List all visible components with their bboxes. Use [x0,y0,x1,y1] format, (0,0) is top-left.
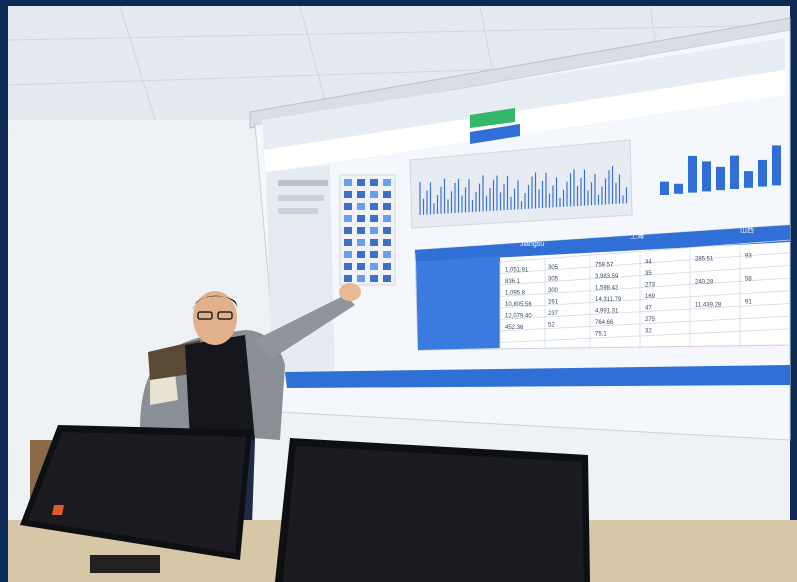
table-cell: 32 [645,328,652,334]
table-cell: 1,051.91 [505,268,529,274]
photo-frame: Jiangsu 上海 山西 1,051.91 305 759.57 44 285.51 9… [0,0,797,582]
table-header-3: 山西 [740,225,754,234]
palette-icon [344,191,352,198]
palette-icon [357,239,365,246]
table-row-header-col [416,256,500,350]
sidebar-line [278,180,328,186]
table-cell: 273 [645,282,656,288]
table-cell: 240.28 [695,279,714,285]
table-cell: 1,095.8 [505,291,526,297]
shirt [185,335,255,440]
table-cell: 4,991.31 [595,308,619,314]
palette-icon [383,215,391,222]
table-cell: 35 [645,271,652,277]
table-cell: 169 [645,294,656,300]
palette-icon [357,203,365,210]
bar [716,166,725,191]
palette-icon [357,191,365,198]
palette-icon [357,179,365,186]
palette-icon [370,275,378,282]
palette-icon [383,179,391,186]
hand [339,283,361,301]
table-cell: 305 [548,265,559,271]
table-cell: 12,079.40 [505,314,532,320]
monitor-left-stand [90,555,160,573]
table-cell: 52 [548,323,555,329]
table-cell: 275 [645,317,656,323]
palette-icon [383,275,391,282]
palette-icon [344,227,352,234]
table-header-1: Jiangsu [520,241,544,248]
monitor-logo-icon [52,505,64,515]
table-cell: 305 [548,277,559,283]
table-cell: 58 [745,276,752,282]
palette-icon [370,227,378,234]
bar [660,181,669,195]
palette-icon [383,263,391,270]
palette-icon [383,203,391,210]
palette-icon [383,191,391,198]
palette-icon [383,251,391,258]
palette-icon [344,263,352,270]
palette-icon [344,215,352,222]
palette-icon [344,251,352,258]
table-cell: 237 [548,311,559,317]
table-cell: 14,311.79 [595,297,622,303]
bar [772,145,781,186]
bar [744,171,753,188]
palette-icon [370,251,378,258]
palette-icon [357,215,365,222]
palette-icon [344,275,352,282]
bar [688,155,697,193]
table-header-2: 上海 [630,231,644,240]
palette-icon [370,215,378,222]
palette-icon [383,239,391,246]
table-cell: 836.1 [505,279,521,285]
sidebar-line [278,208,318,214]
bar [702,161,711,192]
table-cell: 764.66 [595,320,614,326]
table-cell: 285.51 [695,256,714,262]
sidebar-line [278,195,324,201]
table-cell: 75.1 [595,331,607,337]
monitor-right [275,438,590,582]
table-cell: 91 [745,299,752,305]
table-cell: 3,983.59 [595,274,619,280]
palette-icon [357,251,365,258]
palette-icon [357,275,365,282]
palette-icon [344,203,352,210]
table-cell: 44 [645,259,652,265]
table-cell: 759.57 [595,262,614,268]
palette-icon [370,203,378,210]
palette-icon [370,179,378,186]
bar [730,155,739,189]
palette-icon [357,263,365,270]
bar [674,183,683,194]
table-cell: 11,439.28 [695,302,722,308]
palette-icon [357,227,365,234]
monitor-right-screen [283,446,584,582]
table-cell: 300 [548,288,559,294]
table-cell: 1,598.42 [595,285,619,291]
table-cell: 47 [645,305,652,311]
palette-icon [383,227,391,234]
palette-icon [370,239,378,246]
table-cell: 10,805.56 [505,302,532,308]
bar [758,159,767,187]
palette-icon [370,263,378,270]
classroom-photo: Jiangsu 上海 山西 1,051.91 305 759.57 44 285.51 9… [0,0,797,582]
palette-icon [344,239,352,246]
table-cell: 261 [548,300,559,306]
table-cell: 93 [745,253,752,259]
palette-icon [370,191,378,198]
table-cell: 452.36 [505,325,524,331]
palette-icon [344,179,352,186]
